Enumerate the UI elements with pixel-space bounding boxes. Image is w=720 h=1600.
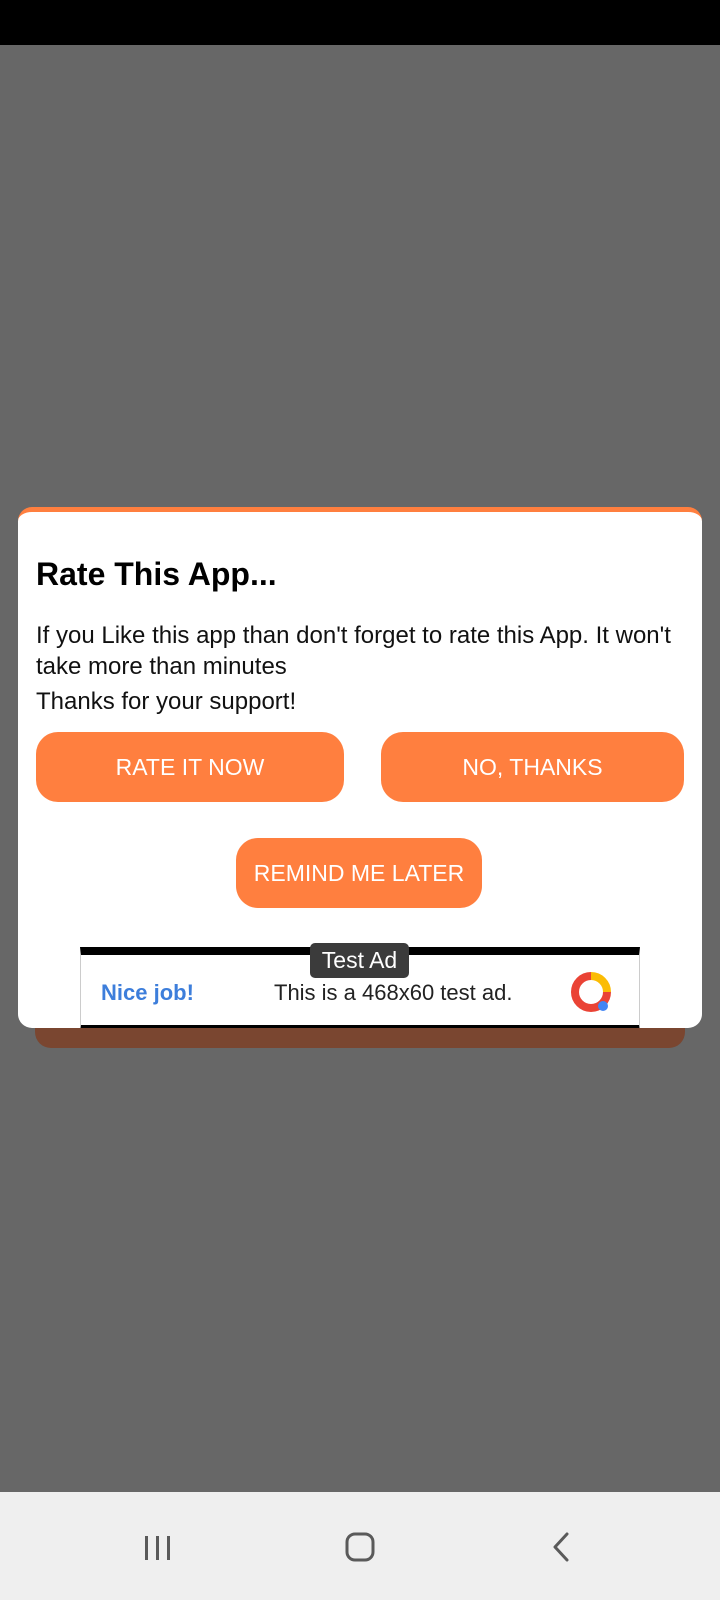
ad-headline: Nice job! — [101, 980, 194, 1005]
home-button[interactable] — [320, 1512, 400, 1584]
home-icon — [345, 1532, 375, 1562]
back-button[interactable] — [520, 1512, 600, 1584]
remind-me-later-button[interactable]: REMIND ME LATER — [236, 838, 482, 908]
google-ads-logo-icon — [571, 972, 611, 1012]
rate-it-now-button[interactable]: RATE IT NOW — [36, 732, 344, 802]
ad-text: This is a 468x60 test ad. — [274, 980, 513, 1005]
no-thanks-button[interactable]: NO, THANKS — [381, 732, 684, 802]
dialog-title: Rate This App... — [36, 556, 277, 592]
dialog-thanks-text: Thanks for your support! — [36, 688, 297, 715]
recent-apps-icon — [145, 1536, 170, 1560]
dialog-message: If you Like this app than don't forget t… — [36, 622, 671, 680]
status-bar — [0, 0, 720, 45]
navigation-bar — [0, 1492, 720, 1600]
test-ad-badge: Test Ad — [310, 943, 409, 978]
back-icon — [553, 1532, 569, 1562]
recent-apps-button[interactable] — [118, 1512, 198, 1584]
